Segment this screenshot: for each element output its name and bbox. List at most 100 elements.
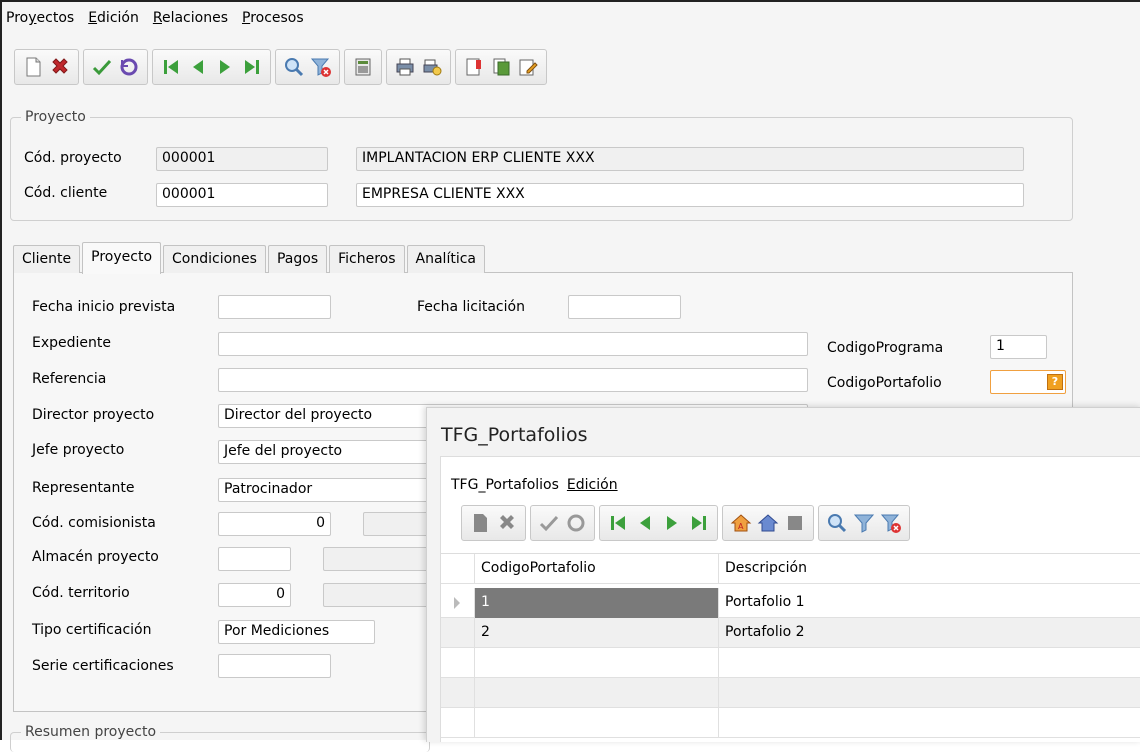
popup-content: TFG_Portafolios Edición A CodigoPortafol… xyxy=(440,456,1140,742)
first-icon[interactable] xyxy=(606,511,630,535)
territorio-label: Cód. territorio xyxy=(32,585,130,601)
menu-proyectos[interactable]: Proyectos xyxy=(6,10,74,34)
cell-codigo[interactable]: 1 xyxy=(475,588,719,618)
filter-clear-icon[interactable] xyxy=(879,511,903,535)
home-icon[interactable]: A xyxy=(729,511,753,535)
cell-empty xyxy=(475,708,719,738)
cell-descripcion[interactable]: Portafolio 2 xyxy=(719,618,1140,648)
last-icon[interactable] xyxy=(240,55,264,79)
tipo-certificacion-label: Tipo certificación xyxy=(32,622,152,638)
almacen-label: Almacén proyecto xyxy=(32,549,159,565)
delete-icon[interactable] xyxy=(48,55,72,79)
table-row-empty xyxy=(441,678,1140,708)
comisionista-field[interactable]: 0 xyxy=(218,512,331,536)
search-icon[interactable] xyxy=(282,55,306,79)
print-preview-icon[interactable] xyxy=(420,55,444,79)
menu-relaciones[interactable]: Relaciones xyxy=(153,10,228,34)
menu-bar: Proyectos Edición Relaciones Procesos xyxy=(2,10,304,34)
grid-indicator-header xyxy=(441,554,475,584)
new-doc-icon[interactable] xyxy=(468,511,492,535)
representante-label: Representante xyxy=(32,480,135,496)
toolbar-group-confirm xyxy=(83,49,148,85)
referencia-field[interactable] xyxy=(218,368,808,392)
column-header-codigo[interactable]: CodigoPortafolio xyxy=(475,554,719,584)
report-icon[interactable] xyxy=(462,55,486,79)
resumen-groupbox: Resumen proyecto xyxy=(10,724,430,752)
menu-edicion[interactable]: Edición xyxy=(88,10,139,34)
last-icon[interactable] xyxy=(687,511,711,535)
popup-title: TFG_Portafolios xyxy=(441,424,588,446)
tab-ficheros[interactable]: Ficheros xyxy=(329,245,405,273)
delete-icon[interactable] xyxy=(495,511,519,535)
popup-toolbar: A xyxy=(461,505,910,541)
table-row[interactable]: 1 Portafolio 1 xyxy=(441,588,1140,618)
edit-icon[interactable] xyxy=(516,55,540,79)
next-icon[interactable] xyxy=(213,55,237,79)
row-indicator xyxy=(441,678,475,708)
tab-condiciones[interactable]: Condiciones xyxy=(163,245,266,273)
nombre-proyecto-field[interactable]: IMPLANTACION ERP CLIENTE XXX xyxy=(356,147,1024,171)
serie-certificaciones-field[interactable] xyxy=(218,654,331,678)
first-icon[interactable] xyxy=(159,55,183,79)
menu-procesos[interactable]: Procesos xyxy=(242,10,304,34)
representante-field[interactable]: Patrocinador xyxy=(218,478,428,502)
confirm-icon[interactable] xyxy=(90,55,114,79)
tab-proyecto[interactable]: Proyecto xyxy=(82,242,162,274)
row-indicator xyxy=(441,708,475,738)
codigo-programa-field[interactable]: 1 xyxy=(990,335,1047,359)
cell-descripcion[interactable]: Portafolio 1 xyxy=(719,588,1140,618)
expediente-field[interactable] xyxy=(218,332,808,356)
popup-menu-bar: TFG_Portafolios Edición xyxy=(451,477,618,493)
serie-certificaciones-label: Serie certificaciones xyxy=(32,658,174,674)
popup-menu-edicion[interactable]: Edición xyxy=(567,477,618,493)
tab-pagos[interactable]: Pagos xyxy=(267,245,328,273)
calculator-icon[interactable] xyxy=(351,55,375,79)
filter-icon[interactable] xyxy=(852,511,876,535)
referencia-label: Referencia xyxy=(32,371,107,387)
copy-icon[interactable] xyxy=(489,55,513,79)
fecha-inicio-field[interactable] xyxy=(218,295,331,319)
print-icon[interactable] xyxy=(393,55,417,79)
cod-proyecto-label: Cód. proyecto xyxy=(24,150,122,166)
toolbar-group-navigation xyxy=(152,49,271,85)
cell-empty xyxy=(475,678,719,708)
toolbar-group-search xyxy=(275,49,340,85)
erp-window: Proyectos Edición Relaciones Procesos Pr… xyxy=(0,0,1140,752)
lookup-help-icon[interactable]: ? xyxy=(1047,374,1063,390)
popup-toolbar-group-confirm xyxy=(530,505,595,541)
next-icon[interactable] xyxy=(660,511,684,535)
new-doc-icon[interactable] xyxy=(21,55,45,79)
undo-icon[interactable] xyxy=(564,511,588,535)
cod-cliente-label: Cód. cliente xyxy=(24,185,108,201)
territorio-field[interactable]: 0 xyxy=(218,583,291,607)
stop-icon[interactable] xyxy=(783,511,807,535)
popup-menu-portafolios[interactable]: TFG_Portafolios xyxy=(451,477,559,493)
cell-codigo[interactable]: 2 xyxy=(475,618,719,648)
prev-icon[interactable] xyxy=(633,511,657,535)
table-row[interactable]: 2 Portafolio 2 xyxy=(441,618,1140,648)
nombre-cliente-field[interactable]: EMPRESA CLIENTE XXX xyxy=(356,183,1024,207)
fecha-licitacion-field[interactable] xyxy=(568,295,681,319)
tab-cliente[interactable]: Cliente xyxy=(13,245,81,273)
resumen-groupbox-title: Resumen proyecto xyxy=(21,724,161,740)
undo-icon[interactable] xyxy=(117,55,141,79)
filter-clear-icon[interactable] xyxy=(309,55,333,79)
tipo-certificacion-field[interactable]: Por Mediciones xyxy=(218,620,375,644)
jefe-field[interactable]: Jefe del proyecto xyxy=(218,440,428,464)
jefe-label: Jefe proyecto xyxy=(32,442,125,458)
codigo-programa-label: CodigoPrograma xyxy=(827,340,944,356)
prev-icon[interactable] xyxy=(186,55,210,79)
comisionista-name-field xyxy=(363,512,428,536)
bookmark-icon[interactable] xyxy=(756,511,780,535)
tab-analitica[interactable]: Analítica xyxy=(406,245,485,273)
confirm-icon[interactable] xyxy=(537,511,561,535)
cod-cliente-field[interactable]: 000001 xyxy=(156,183,328,207)
table-row-empty xyxy=(441,708,1140,738)
almacen-field[interactable] xyxy=(218,547,291,571)
almacen-name-field xyxy=(323,547,428,571)
search-icon[interactable] xyxy=(825,511,849,535)
cod-proyecto-field[interactable]: 000001 xyxy=(156,147,328,171)
codigo-portafolio-field[interactable]: ? xyxy=(990,370,1066,394)
column-header-descripcion[interactable]: Descripción xyxy=(719,554,1140,584)
tab-bar: Cliente Proyecto Condiciones Pagos Fiche… xyxy=(13,242,485,274)
